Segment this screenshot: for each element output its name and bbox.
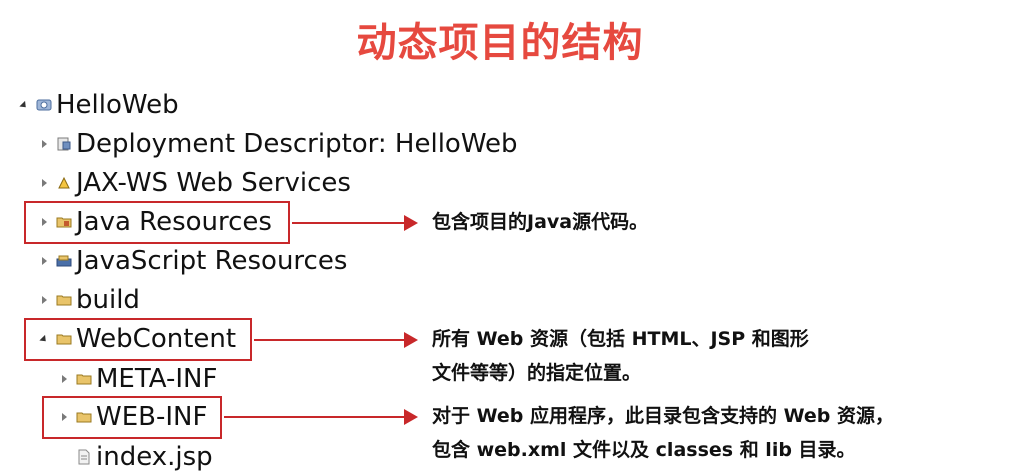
java-resources-highlight [24,201,290,244]
expanded-arrow-icon[interactable] [18,98,30,112]
web-services-icon [58,176,70,189]
annotation-line: 所有 Web 资源（包括 HTML、JSP 和图形 [432,328,809,350]
tree-item-javascript-resources[interactable]: JavaScript Resources [38,242,347,280]
collapsed-arrow-icon[interactable] [38,293,50,307]
tree-item-label: HelloWeb [56,90,179,120]
webcontent-highlight [24,318,252,361]
webcontent-arrow [254,332,418,348]
deployment-descriptor-icon [57,137,71,151]
annotation-line: 对于 Web 应用程序，此目录包含支持的 Web 资源， [432,405,894,427]
web-inf-annotation: 对于 Web 应用程序，此目录包含支持的 Web 资源， 包含 web.xml … [432,399,894,467]
tree-item-label: JAX-WS Web Services [76,168,351,198]
collapsed-arrow-icon[interactable] [38,254,50,268]
annotation-line: 包含 web.xml 文件以及 classes 和 lib 目录。 [432,439,856,461]
web-inf-highlight [42,396,222,439]
annotation-text: 包含项目的Java源代码。 [432,211,649,233]
tree-item-label: JavaScript Resources [76,246,348,276]
folder-icon [56,295,72,306]
tree-item-label: build [76,285,140,315]
tree-item-meta-inf[interactable]: META-INF [58,360,217,398]
collapsed-arrow-icon[interactable] [38,176,50,190]
web-inf-arrow [224,409,418,425]
tree-item-jax-ws[interactable]: JAX-WS Web Services [38,164,351,202]
tree-item-label: index.jsp [96,442,213,472]
tree-item-build[interactable]: build [38,281,140,319]
slide-title: 动态项目的结构 [356,20,644,66]
folder-icon [76,374,92,385]
java-resources-arrow [292,215,418,231]
collapsed-arrow-icon[interactable] [38,137,50,151]
web-project-icon [36,99,52,111]
webcontent-annotation: 所有 Web 资源（包括 HTML、JSP 和图形 文件等等）的指定位置。 [432,322,809,390]
tree-item-helloweb[interactable]: HelloWeb [18,86,179,124]
annotation-line: 文件等等）的指定位置。 [432,362,642,384]
tree-item-deployment-descriptor[interactable]: Deployment Descriptor: HelloWeb [38,125,518,163]
tree-item-label: META-INF [96,364,218,394]
jsp-file-icon [78,449,90,465]
tree-item-index-jsp[interactable]: index.jsp [76,438,213,475]
collapsed-arrow-icon[interactable] [58,372,70,386]
javascript-resources-icon [56,255,72,267]
tree-item-label: Deployment Descriptor: HelloWeb [76,129,518,159]
java-resources-annotation: 包含项目的Java源代码。 [432,205,648,239]
